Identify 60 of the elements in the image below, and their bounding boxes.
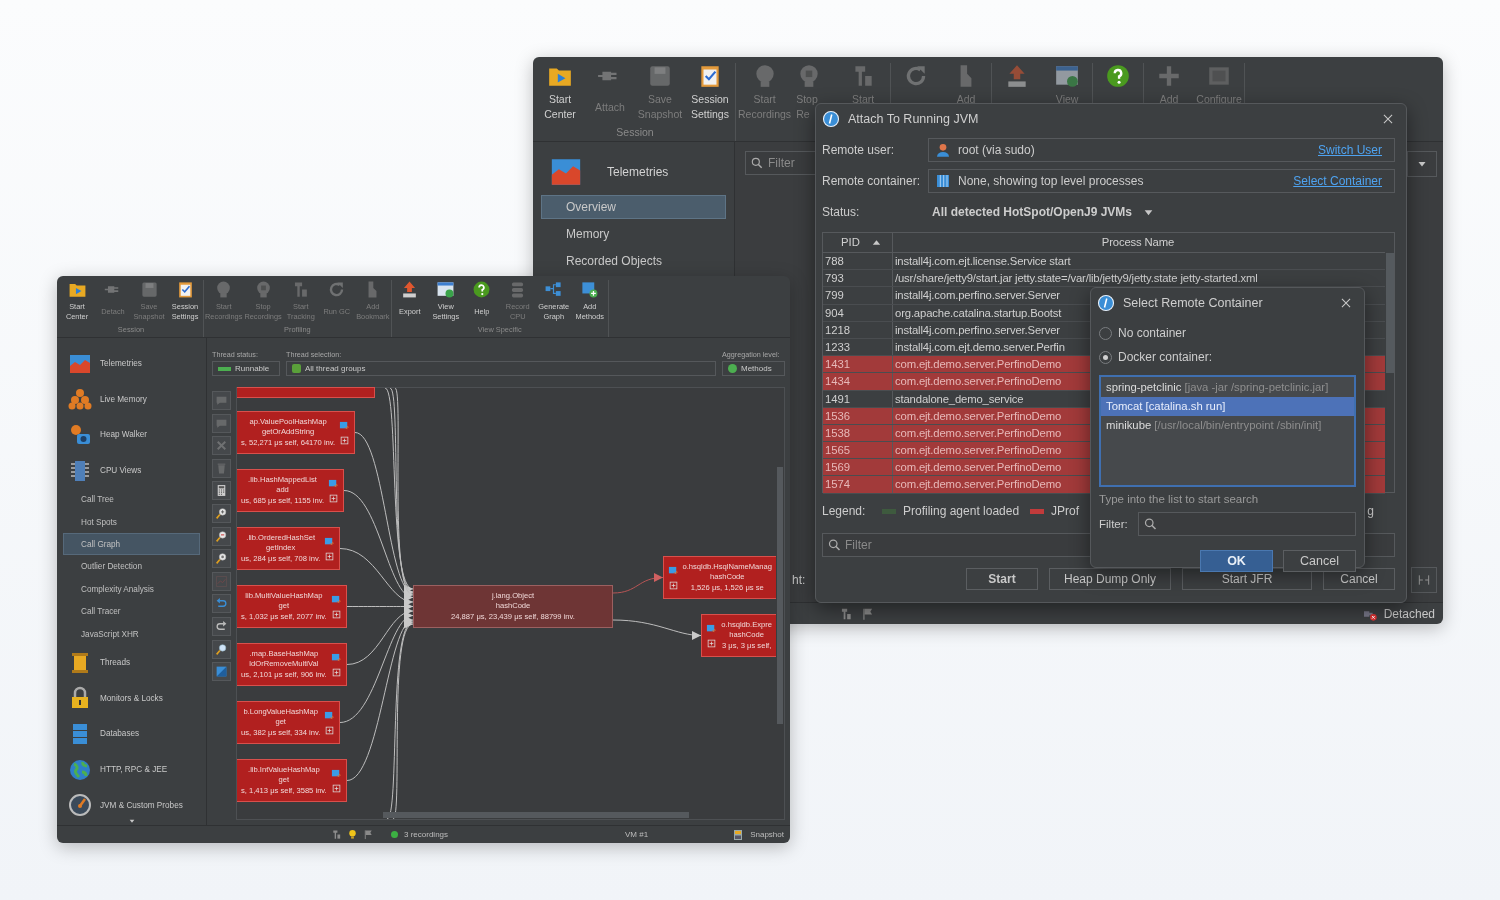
sidebar-label: Telemetries xyxy=(100,359,142,369)
field-label: Remote container: xyxy=(822,174,922,188)
table-cell: 1569 xyxy=(823,459,893,476)
field-label: Filter: xyxy=(1099,518,1128,530)
dialog-title: Select Remote Container xyxy=(1123,295,1264,310)
table-cell-text: com.ejt.demo.server.PerfinoDemo xyxy=(894,443,1062,459)
table-cell-text: com.ejt.demo.server.PerfinoDemo xyxy=(894,477,1062,493)
legend-text: JProf xyxy=(1051,504,1080,518)
table-cell-text: install4j.com.perfino.server.Server xyxy=(894,288,1060,304)
legend-text: g xyxy=(1367,504,1374,518)
table-cell: 799 xyxy=(823,287,893,304)
field-label: ht: xyxy=(792,573,806,587)
sidebar-label: Monitors & Locks xyxy=(100,693,163,703)
sidebar-label: Heap Walker xyxy=(100,430,148,440)
sidebar-label: JVM & Custom Probes xyxy=(100,800,183,810)
status-text: VM #1 xyxy=(625,830,650,839)
table-cell: 1574 xyxy=(823,476,893,493)
sidebar-label: Databases xyxy=(100,729,140,739)
table-cell: 1218 xyxy=(823,321,893,338)
sidebar-label: Live Memory xyxy=(100,394,147,404)
field-value: root (via sudo) xyxy=(958,143,1036,157)
hint-text: Type into the list to start search xyxy=(1099,493,1260,505)
table-cell: 793 xyxy=(823,270,893,287)
table-cell-text: com.ejt.demo.server.PerfinoDemo xyxy=(894,408,1062,424)
group-label: Session xyxy=(615,125,655,140)
table-cell-text: install4j.com.ejt.demo.server.Perfin xyxy=(894,339,1065,355)
table-cell: 1491 xyxy=(823,390,893,407)
legend-text: Profiling agent loaded xyxy=(903,504,1020,518)
table-cell-text: com.ejt.demo.server.PerfinoDemo xyxy=(894,460,1062,476)
table-cell-text: org.apache.catalina.startup.Bootst xyxy=(894,305,1062,321)
table-cell-text: com.ejt.demo.server.PerfinoDemo xyxy=(894,357,1062,373)
table-cell: 1233 xyxy=(823,338,893,356)
field-value: None, showing top level processes xyxy=(958,174,1145,188)
dialog-title: Attach To Running JVM xyxy=(848,111,980,126)
status-text: 3 recordings xyxy=(404,830,449,839)
sidebar-label: Threads xyxy=(100,658,131,668)
table-cell-text: standalone_demo_service xyxy=(894,391,1024,407)
table-cell: 1536 xyxy=(823,407,893,424)
sidebar-label: CPU Views xyxy=(100,466,142,475)
table-cell-text: install4j.com.perfino.server.Server xyxy=(894,322,1060,338)
table-cell: 1431 xyxy=(823,356,893,373)
table-cell: 1565 xyxy=(823,442,893,459)
table-cell-text: com.ejt.demo.server.PerfinoDemo xyxy=(894,374,1062,390)
table-cell-text: /usr/share/jetty9/start.jar jetty.state=/var/lib/jetty9/jetty.state jetty-started.xml xyxy=(894,271,1258,287)
dropdown-value: Methods xyxy=(741,364,772,373)
field-label: Status: xyxy=(822,205,861,219)
table-cell-text: install4j.com.ejt.license.Service start xyxy=(894,254,1071,269)
legend-label: Legend: xyxy=(822,504,867,518)
sidebar-label: HTTP, RPC & JEE xyxy=(100,765,168,775)
status-text: Snapshot xyxy=(750,830,784,839)
table-cell: 788 xyxy=(823,253,893,270)
status-text: Detached xyxy=(1383,606,1435,621)
table-cell-text: com.ejt.demo.server.PerfinoDemo xyxy=(894,425,1062,441)
section-title: Telemetries xyxy=(607,165,669,179)
table-cell: 1434 xyxy=(823,373,893,390)
table-cell: 1538 xyxy=(823,424,893,442)
header-label: PID xyxy=(841,235,860,250)
dropdown-value: Runnable xyxy=(235,364,270,373)
table-cell: 904 xyxy=(823,304,893,321)
dropdown-value: All thread groups xyxy=(305,364,366,373)
